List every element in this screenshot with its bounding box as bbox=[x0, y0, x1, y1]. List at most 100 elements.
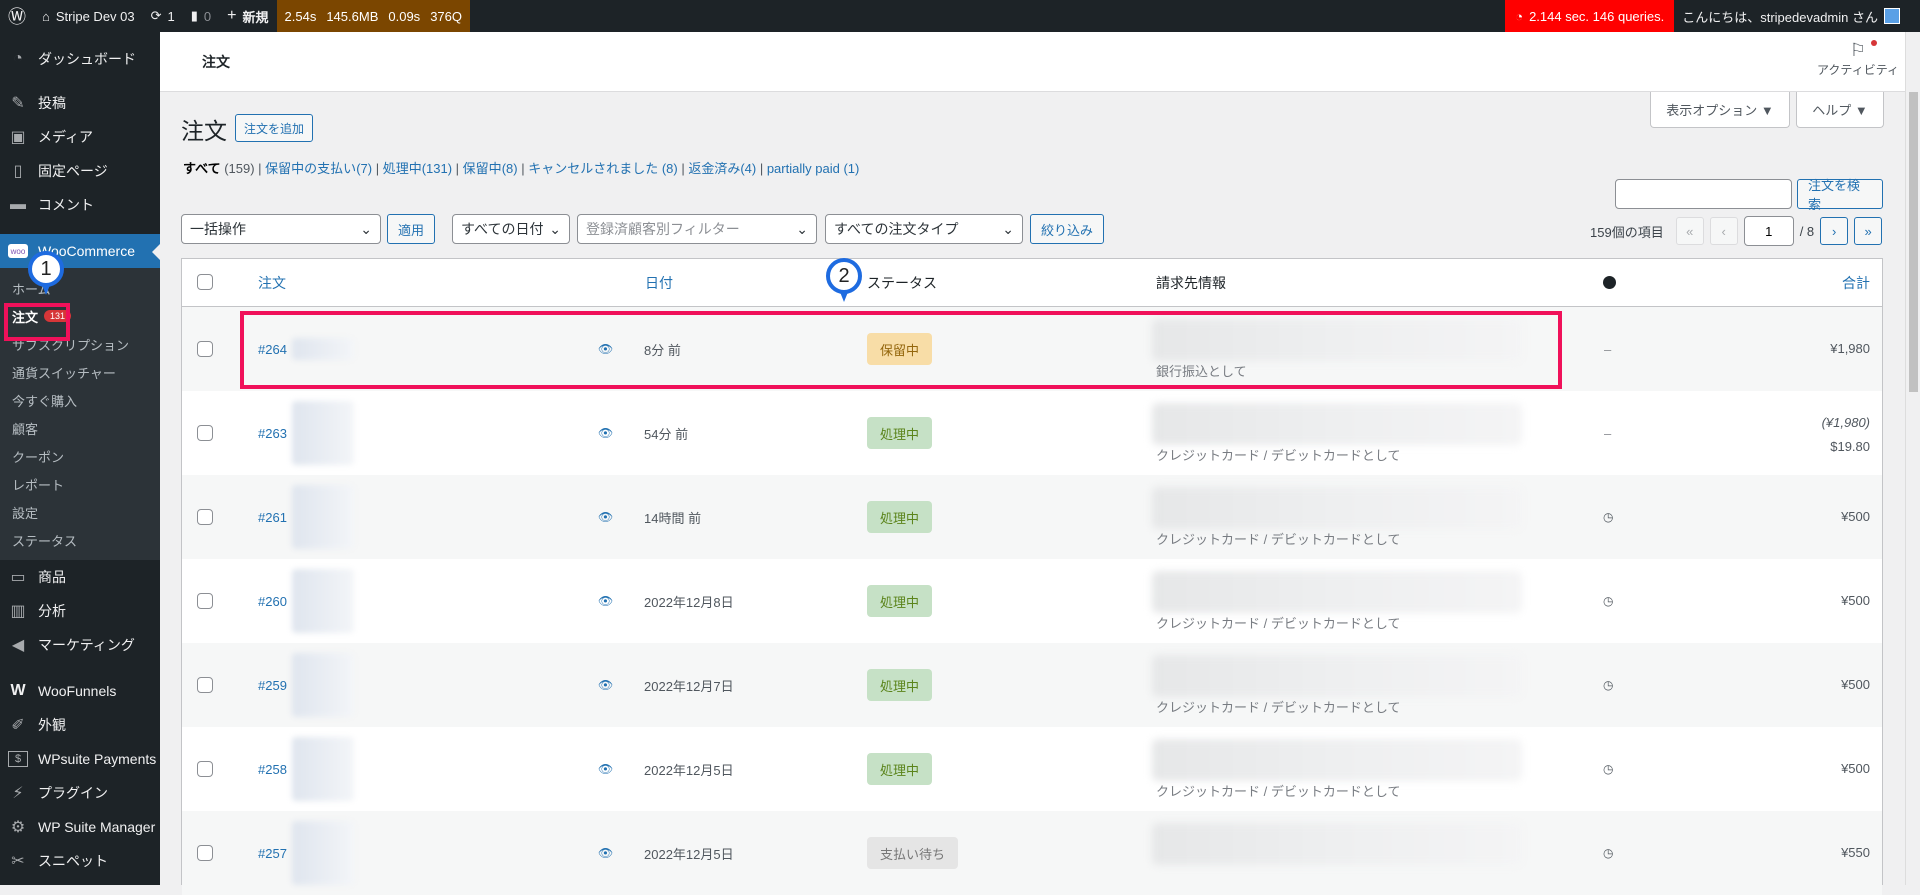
submenu-reports[interactable]: レポート bbox=[0, 470, 160, 498]
view-processing[interactable]: 処理中(131) bbox=[383, 161, 452, 176]
menu-analytics[interactable]: ▥ 分析 bbox=[0, 594, 160, 628]
site-name-link[interactable]: ⌂ Stripe Dev 03 bbox=[34, 0, 143, 32]
query-monitor-stats[interactable]: 2.54s 145.6MB 0.09s 376Q bbox=[276, 0, 470, 32]
search-orders-button[interactable]: 注文を検索 bbox=[1797, 178, 1883, 212]
view-on-hold[interactable]: 保留中(8) bbox=[463, 161, 518, 176]
menu-comments[interactable]: ▬ コメント bbox=[0, 188, 160, 222]
archive-icon: ▭ bbox=[10, 569, 26, 586]
preview-eye-icon[interactable]: 👁 bbox=[598, 643, 613, 727]
updates-link[interactable]: ⟳ 1 bbox=[143, 0, 183, 32]
menu-woocommerce[interactable]: woo WooCommerce bbox=[0, 234, 160, 268]
row-checkbox[interactable] bbox=[197, 509, 213, 525]
status-badge: 支払い待ち bbox=[867, 837, 959, 869]
comments-link[interactable]: ▮ 0 bbox=[183, 0, 219, 32]
menu-pages[interactable]: ▯ 固定ページ bbox=[0, 154, 160, 188]
wp-logo-button[interactable]: Ⓦ bbox=[0, 0, 34, 32]
submenu-coupons[interactable]: クーポン bbox=[0, 442, 160, 470]
preview-eye-icon[interactable]: 👁 bbox=[598, 811, 613, 895]
table-row[interactable]: #261 👁 14時間 前 処理中 クレジットカード / デビットカードとして ◷ ¥500 bbox=[182, 475, 1882, 559]
row-checkbox[interactable] bbox=[197, 593, 213, 609]
chevron-down-icon: ⌄ bbox=[796, 220, 808, 237]
next-page-button[interactable]: › bbox=[1820, 217, 1849, 245]
table-row[interactable]: #258 👁 2022年12月5日 処理中 クレジットカード / デビットカードとして ◷… bbox=[182, 727, 1882, 811]
page-scrollbar[interactable] bbox=[1905, 32, 1920, 885]
preview-eye-icon[interactable]: 👁 bbox=[598, 559, 613, 643]
submenu-currency-switcher[interactable]: 通貨スイッチャー bbox=[0, 358, 160, 386]
column-date-header[interactable]: 日付 bbox=[645, 259, 673, 306]
order-date: 2022年12月5日 bbox=[644, 762, 734, 778]
bulk-action-select[interactable]: 一括操作 ⌄ bbox=[181, 214, 381, 244]
filter-button[interactable]: 絞り込み bbox=[1030, 214, 1105, 244]
order-number-link[interactable]: #258 bbox=[258, 727, 287, 811]
account-menu[interactable]: こんにちは、stripedevadmin さん bbox=[1674, 0, 1920, 32]
view-refunded[interactable]: 返金済み(4) bbox=[688, 161, 756, 176]
row-checkbox[interactable] bbox=[197, 425, 213, 441]
order-number-link[interactable]: #261 bbox=[258, 475, 287, 559]
preview-eye-icon[interactable]: 👁 bbox=[598, 475, 613, 559]
view-all[interactable]: すべて bbox=[183, 161, 221, 176]
preview-eye-icon[interactable]: 👁 bbox=[598, 727, 613, 811]
status-badge: 処理中 bbox=[867, 501, 933, 533]
order-number-link[interactable]: #259 bbox=[258, 643, 287, 727]
woofunnels-icon: W bbox=[10, 682, 26, 699]
menu-wp-suite-manager[interactable]: ⚙ WP Suite Manager bbox=[0, 810, 160, 844]
status-badge: 処理中 bbox=[867, 753, 933, 785]
view-partially-paid[interactable]: partially paid (1) bbox=[767, 161, 860, 176]
order-type-select[interactable]: すべての注文タイプ ⌄ bbox=[825, 214, 1023, 244]
performance-stats[interactable]: ◔ 2.144 sec. 146 queries. bbox=[1505, 0, 1675, 32]
column-total-header[interactable]: 合計 bbox=[1842, 259, 1870, 306]
history-icon: ◷ bbox=[1603, 594, 1614, 608]
order-total: ¥500 bbox=[1841, 509, 1870, 524]
last-page-button[interactable]: » bbox=[1854, 217, 1883, 245]
submenu-customers[interactable]: 顧客 bbox=[0, 414, 160, 442]
menu-wpsuite-payments[interactable]: $ WPsuite Payments bbox=[0, 742, 160, 776]
menu-products[interactable]: ▭ 商品 bbox=[0, 560, 160, 594]
menu-plugins[interactable]: ⚡ プラグイン bbox=[0, 776, 160, 810]
status-badge: 処理中 bbox=[867, 669, 933, 701]
submenu-buy-now[interactable]: 今すぐ購入 bbox=[0, 386, 160, 414]
menu-marketing[interactable]: ◀ マーケティング bbox=[0, 628, 160, 662]
activity-button[interactable]: ⚐ アクティビティ bbox=[1813, 40, 1903, 78]
order-search-input[interactable] bbox=[1615, 179, 1792, 209]
submenu-home[interactable]: ホーム bbox=[0, 274, 160, 302]
table-row[interactable]: #260 👁 2022年12月8日 処理中 クレジットカード / デビットカードとして ◷… bbox=[182, 559, 1882, 643]
menu-snippets[interactable]: ✂ スニペット bbox=[0, 844, 160, 878]
first-page-button[interactable]: « bbox=[1675, 217, 1704, 245]
row-checkbox[interactable] bbox=[197, 845, 213, 861]
scrollbar-thumb[interactable] bbox=[1909, 92, 1918, 392]
submenu-settings[interactable]: 設定 bbox=[0, 498, 160, 526]
dollar-icon: $ bbox=[8, 751, 28, 767]
view-pending[interactable]: 保留中の支払い(7) bbox=[265, 161, 372, 176]
menu-posts[interactable]: ✎ 投稿 bbox=[0, 86, 160, 120]
select-all-checkbox[interactable] bbox=[197, 274, 213, 290]
refresh-icon: ⟳ bbox=[150, 8, 162, 23]
screen-options-button[interactable]: 表示オプション ▼ bbox=[1650, 92, 1790, 128]
preview-eye-icon[interactable]: 👁 bbox=[598, 391, 613, 475]
order-number-link[interactable]: #257 bbox=[258, 811, 287, 895]
row-checkbox[interactable] bbox=[197, 761, 213, 777]
row-checkbox[interactable] bbox=[197, 341, 213, 357]
table-row[interactable]: #263 👁 54分 前 処理中 クレジットカード / デビットカードとして – (¥1,9… bbox=[182, 391, 1882, 475]
prev-page-button[interactable]: ‹ bbox=[1709, 217, 1738, 245]
add-order-button[interactable]: 注文を追加 bbox=[235, 114, 314, 142]
table-row[interactable]: #259 👁 2022年12月7日 処理中 クレジットカード / デビットカードとして ◷… bbox=[182, 643, 1882, 727]
menu-woofunnels[interactable]: W WooFunnels bbox=[0, 674, 160, 708]
column-order-header[interactable]: 注文 bbox=[258, 259, 286, 306]
order-number-link[interactable]: #263 bbox=[258, 391, 287, 475]
help-button[interactable]: ヘルプ ▼ bbox=[1796, 92, 1884, 128]
apply-button[interactable]: 適用 bbox=[387, 214, 436, 244]
view-cancelled[interactable]: キャンセルされました (8) bbox=[528, 161, 678, 176]
menu-media[interactable]: ▣ メディア bbox=[0, 120, 160, 154]
current-page-input[interactable] bbox=[1743, 216, 1794, 246]
comment-icon: ▬ bbox=[10, 196, 26, 213]
order-number-link[interactable]: #260 bbox=[258, 559, 287, 643]
menu-appearance[interactable]: ✐ 外観 bbox=[0, 708, 160, 742]
customer-filter-select[interactable]: 登録済顧客別フィルター ⌄ bbox=[577, 214, 817, 244]
table-row[interactable]: #257 👁 2022年12月5日 支払い待ち ◷ ¥550 bbox=[182, 811, 1882, 895]
highlight-box-orders-menu bbox=[4, 303, 70, 341]
date-filter-select[interactable]: すべての日付 ⌄ bbox=[452, 214, 570, 244]
row-checkbox[interactable] bbox=[197, 677, 213, 693]
new-content-button[interactable]: + 新規 bbox=[219, 0, 276, 32]
menu-dashboard[interactable]: ◔ ダッシュボード bbox=[0, 42, 160, 76]
submenu-status[interactable]: ステータス bbox=[0, 526, 160, 554]
